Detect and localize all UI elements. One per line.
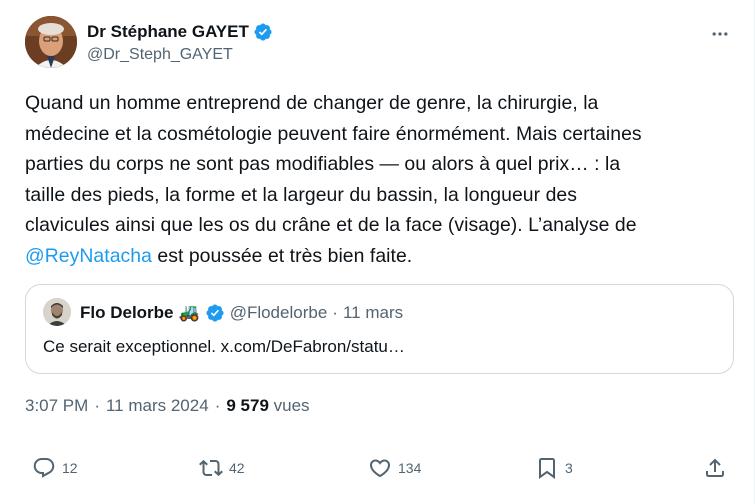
meta-separator: · [214,396,221,415]
quote-header: Flo Delorbe 🚜 @Flodelorbe · 11 mars [80,303,403,323]
views-count: 9 579 [226,396,269,415]
quote-separator: · [332,303,338,322]
verified-badge-icon[interactable] [253,22,273,42]
tweet-text-line: clavicules ainsi que les os du crâne et … [25,214,637,236]
tweet-card: Dr Stéphane GAYET @Dr_Steph_GAYET Quand … [0,0,755,504]
tweet-text: Quand un homme entreprend de changer de … [25,88,685,271]
tweet-meta: 3:07 PM · 11 mars 2024 · 9 579 vues [25,396,310,416]
like-count: 134 [398,460,422,476]
bookmark-count: 3 [565,460,573,476]
reply-button[interactable]: 12 [32,456,78,480]
tweet-header: Dr Stéphane GAYET @Dr_Steph_GAYET [25,16,740,72]
reply-icon [33,458,55,478]
tweet-text-line: Quand un homme entreprend de changer de … [25,92,599,114]
tweet-date[interactable]: 11 mars 2024 [106,396,209,416]
bookmark-button[interactable]: 3 [535,456,573,480]
tweet-text-rest: est poussée et très bien faite. [151,244,413,267]
share-button[interactable] [703,456,727,480]
retweet-icon [199,459,223,477]
views-label: vues [273,396,310,415]
retweet-count: 42 [229,460,245,476]
tweet-time[interactable]: 3:07 PM [25,396,88,416]
verified-badge-icon[interactable] [205,303,225,323]
author-avatar-image [25,16,77,68]
author-names: Dr Stéphane GAYET @Dr_Steph_GAYET [87,21,273,64]
quote-author-avatar[interactable] [43,298,71,326]
tweet-text-line: taille des pieds, la forme et la largeur… [25,183,577,206]
action-bar: 12 42 134 3 [0,448,755,492]
quote-handle[interactable]: @Flodelorbe [230,303,328,323]
tweet-text-last-line: @ReyNatacha est poussée et très bien fai… [25,241,685,272]
more-dots-icon[interactable] [708,22,732,46]
bookmark-icon [539,458,555,479]
quoted-tweet[interactable]: Flo Delorbe 🚜 @Flodelorbe · 11 mars Ce s… [25,284,734,374]
quote-text: Ce serait exceptionnel. x.com/DeFabron/s… [43,337,405,356]
tractor-emoji: 🚜 [178,303,200,322]
tweet-text-line: médecine et la cosmétologie peuvent fair… [25,122,642,145]
quote-date[interactable]: 11 mars [343,303,403,323]
author-handle[interactable]: @Dr_Steph_GAYET [87,46,273,64]
reply-count: 12 [62,460,78,476]
tweet-text-line: parties du corps ne sont pas modifiables… [25,153,621,175]
quote-avatar-image [43,298,71,326]
mention-link[interactable]: @ReyNatacha [25,245,152,267]
author-avatar[interactable] [25,16,77,68]
meta-separator: · [94,396,100,415]
like-button[interactable]: 134 [368,456,421,480]
share-icon [706,458,724,477]
retweet-button[interactable]: 42 [199,456,245,480]
heart-icon [369,459,391,478]
author-display-name[interactable]: Dr Stéphane GAYET [87,22,249,42]
quote-display-name[interactable]: Flo Delorbe [80,303,174,323]
